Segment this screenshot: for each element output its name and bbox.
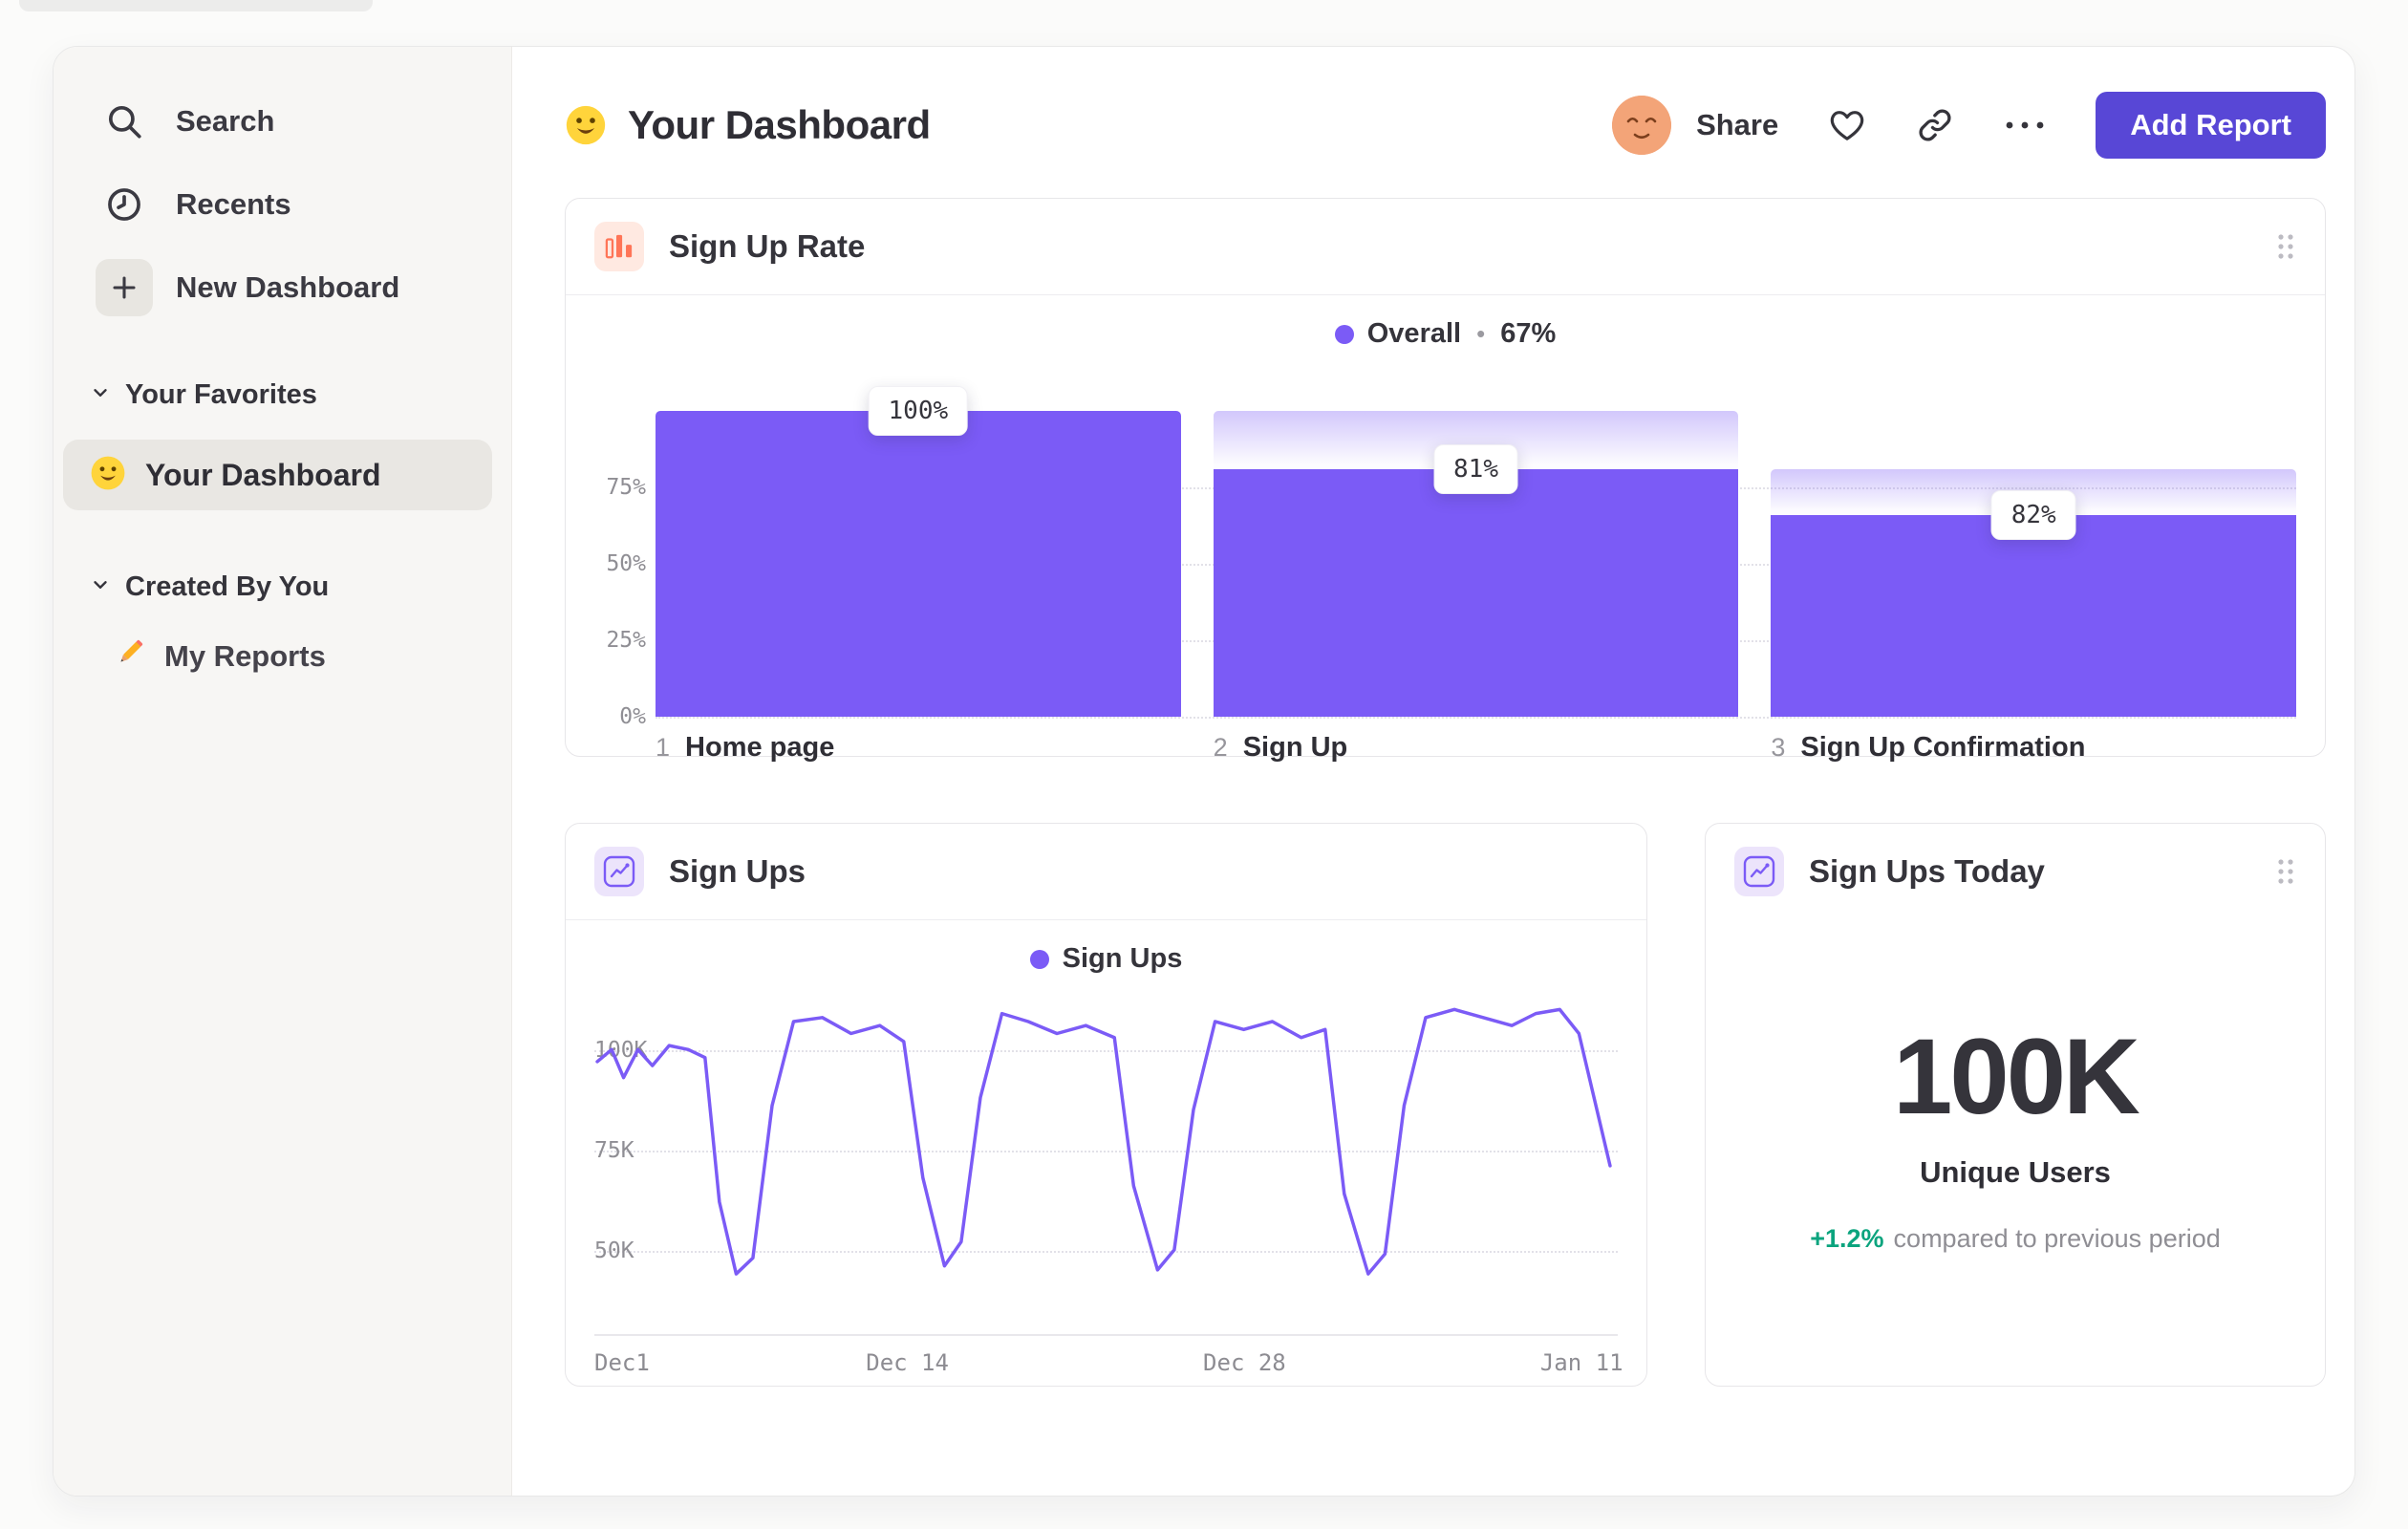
- card-title: Sign Ups Today: [1809, 853, 2045, 889]
- card-header: Sign Ups Today: [1706, 824, 2325, 919]
- pencil-icon: [113, 635, 147, 678]
- sidebar-item-your-dashboard[interactable]: Your Dashboard: [63, 440, 492, 510]
- line-x-label: Dec 14: [866, 1349, 949, 1376]
- funnel-step-label: 3 Sign Up Confirmation: [1771, 732, 2296, 764]
- chevron-down-icon: [90, 571, 111, 603]
- funnel-bars: 100% 81% 82%: [656, 386, 2297, 717]
- line-x-labels: Dec1 Dec 14 Dec 28 Jan 11: [594, 1349, 1623, 1384]
- legend-value: 67%: [1500, 318, 1557, 349]
- funnel-bar[interactable]: 82%: [1771, 411, 2297, 717]
- signups-line-series: [595, 1007, 1612, 1276]
- search-icon: [96, 93, 153, 150]
- funnel-step-name: Sign Up Confirmation: [1800, 732, 2086, 763]
- card-header: Sign Up Rate: [566, 199, 2325, 295]
- line-chart-icon: [1734, 847, 1784, 896]
- funnel-value-label: 100%: [868, 386, 969, 436]
- sidebar-item-label: Recents: [176, 187, 291, 221]
- share-button[interactable]: Share: [1612, 96, 1778, 155]
- line-legend: Sign Ups: [566, 920, 1646, 992]
- signups-card: Sign Ups Sign Ups 100K 75K 50K Dec1 Dec 14 D…: [565, 823, 1647, 1387]
- kpi-delta-value: +1.2%: [1810, 1224, 1884, 1253]
- smiley-icon: [90, 455, 126, 496]
- funnel-value-label: 82%: [1990, 489, 2076, 540]
- avatar[interactable]: [1612, 96, 1672, 155]
- signups-line-svg[interactable]: [594, 1001, 1618, 1334]
- card-title: Sign Up Rate: [669, 228, 866, 264]
- sidebar: Search Recents New Dashboard Your Favori…: [54, 47, 512, 1496]
- drag-handle-icon[interactable]: [2275, 857, 2296, 886]
- sidebar-item-label: Your Dashboard: [145, 457, 381, 492]
- funnel-bar[interactable]: 81%: [1213, 411, 1739, 717]
- funnel-step-number: 3: [1771, 733, 1786, 762]
- sidebar-item-new-dashboard[interactable]: New Dashboard: [96, 257, 492, 318]
- sidebar-item-label: New Dashboard: [176, 270, 400, 304]
- funnel-y-label: 50%: [606, 551, 646, 576]
- app-window: Search Recents New Dashboard Your Favori…: [53, 46, 2355, 1497]
- drag-handle-icon[interactable]: [2275, 232, 2296, 261]
- kpi-delta: +1.2% compared to previous period: [1706, 1224, 2325, 1254]
- line-plot: 100K 75K 50K: [594, 1001, 1618, 1336]
- funnel-legend: Overall • 67%: [566, 295, 2325, 367]
- add-report-button[interactable]: Add Report: [2096, 92, 2326, 159]
- browser-top-strip: [19, 0, 373, 11]
- sidebar-item-my-reports[interactable]: My Reports: [113, 626, 492, 687]
- funnel-bar-fill: [656, 411, 1181, 717]
- card-title: Sign Ups: [669, 853, 806, 889]
- funnel-bar-fill: [1213, 468, 1739, 717]
- chevron-down-icon: [90, 379, 111, 411]
- line-x-label: Dec1: [594, 1349, 650, 1376]
- funnel-y-label: 75%: [606, 475, 646, 500]
- signups-today-card: Sign Ups Today 100K Unique Users +1.2% co…: [1705, 823, 2326, 1387]
- section-created-by-you[interactable]: Created By You: [90, 571, 492, 603]
- sidebar-item-label: My Reports: [164, 639, 326, 673]
- bottom-row: Sign Ups Sign Ups 100K 75K 50K Dec1 Dec 14 D…: [565, 823, 2326, 1387]
- header-actions: Share Add Report: [1612, 92, 2326, 159]
- card-header: Sign Ups: [566, 824, 1646, 920]
- funnel-step-labels: 1 Home page 2 Sign Up 3 Sign Up Confirmation: [656, 732, 2296, 764]
- line-chart-icon: [594, 847, 644, 896]
- funnel-step-name: Sign Up: [1242, 732, 1348, 763]
- funnel-bar-fill: [1771, 514, 2297, 717]
- copy-link-icon[interactable]: [1916, 106, 1954, 144]
- funnel-chart-icon: [594, 222, 644, 271]
- line-x-label: Jan 11: [1539, 1349, 1623, 1376]
- sidebar-item-search[interactable]: Search: [96, 91, 492, 152]
- main-content: Your Dashboard Share Add Report Sign Up …: [512, 47, 2354, 1496]
- funnel-step-name: Home page: [685, 732, 835, 763]
- page-header: Your Dashboard Share Add Report: [565, 91, 2326, 160]
- section-label: Created By You: [125, 571, 330, 602]
- line-x-label: Dec 28: [1203, 1349, 1286, 1376]
- funnel-value-label: 81%: [1433, 443, 1518, 494]
- legend-dot: [1334, 324, 1354, 344]
- more-options-icon[interactable]: [2004, 118, 2046, 133]
- kpi-value: 100K: [1893, 1017, 2140, 1136]
- funnel-step-label: 1 Home page: [656, 732, 1181, 764]
- funnel-y-label: 25%: [606, 628, 646, 653]
- sidebar-item-recents[interactable]: Recents: [96, 174, 492, 235]
- page-title: Your Dashboard: [628, 102, 931, 147]
- funnel-bar[interactable]: 100%: [656, 386, 1181, 717]
- funnel-step-number: 1: [656, 733, 671, 762]
- funnel-step-label: 2 Sign Up: [1214, 732, 1739, 764]
- clock-icon: [96, 176, 153, 233]
- funnel-y-label: 0%: [619, 704, 646, 729]
- kpi-delta-note: compared to previous period: [1893, 1224, 2221, 1253]
- share-label: Share: [1696, 108, 1779, 141]
- legend-label: Sign Ups: [1062, 943, 1183, 974]
- section-label: Your Favorites: [125, 379, 317, 410]
- sidebar-item-label: Search: [176, 104, 275, 138]
- favorite-heart-icon[interactable]: [1828, 106, 1866, 144]
- section-your-favorites[interactable]: Your Favorites: [90, 379, 492, 411]
- legend-separator: •: [1476, 319, 1486, 348]
- kpi-label: Unique Users: [1920, 1155, 2111, 1189]
- plus-icon: [96, 259, 153, 316]
- funnel-step-number: 2: [1213, 733, 1228, 762]
- legend-dot: [1029, 949, 1049, 969]
- funnel-plot: 75% 50% 25% 0% 100% 81% 82%: [594, 382, 2297, 729]
- signup-rate-card: Sign Up Rate Overall • 67% 75% 50% 25% 0% 10…: [565, 198, 2326, 763]
- legend-label: Overall: [1366, 318, 1462, 349]
- funnel-gridline: [656, 717, 2296, 719]
- smiley-icon: [565, 104, 607, 146]
